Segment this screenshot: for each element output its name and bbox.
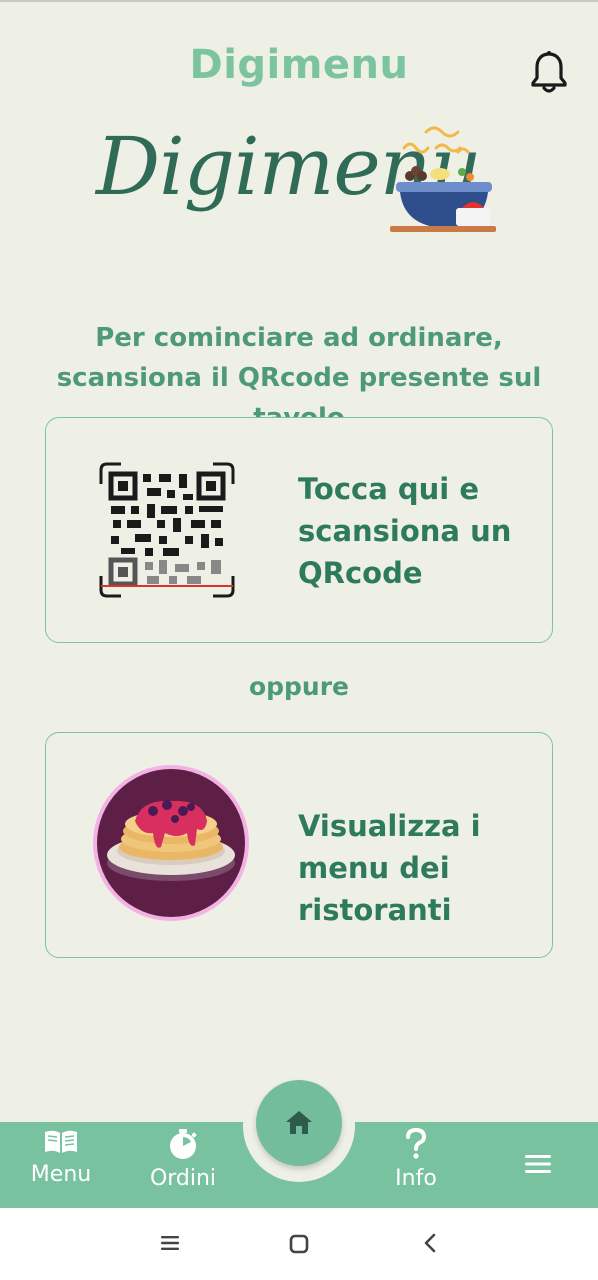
home-icon xyxy=(286,1111,312,1134)
view-menus-label: Visualizza i menu dei ristoranti xyxy=(298,809,481,927)
hamburger-icon[interactable] xyxy=(520,1152,556,1176)
bell-icon[interactable] xyxy=(528,50,570,94)
recents-icon[interactable] xyxy=(160,1234,180,1252)
book-icon xyxy=(45,1130,77,1153)
view-restaurant-menus-card[interactable]: Visualizza i menu dei ristoranti xyxy=(45,732,553,958)
nav-menu-label: Menu xyxy=(30,1162,92,1187)
food-pot-icon xyxy=(390,126,496,232)
pancake-icon xyxy=(93,765,249,921)
back-icon[interactable] xyxy=(422,1232,438,1254)
qr-code-icon xyxy=(99,462,235,598)
separator-text: oppure xyxy=(248,672,350,701)
nav-ordini-label: Ordini xyxy=(149,1166,217,1191)
home-button[interactable] xyxy=(256,1080,342,1166)
scan-qrcode-label: Tocca qui e scansiona un QRcode xyxy=(298,472,512,590)
nav-info-label: Info xyxy=(395,1166,437,1191)
app-title: Digimenu xyxy=(189,42,409,88)
nav-ordini[interactable]: Ordini xyxy=(148,1128,218,1191)
nav-info[interactable]: Info xyxy=(390,1127,442,1191)
stopwatch-icon xyxy=(170,1129,197,1159)
status-divider xyxy=(0,0,598,2)
system-home-icon[interactable] xyxy=(289,1234,309,1254)
nav-menu[interactable]: Menu xyxy=(28,1128,94,1187)
scan-qrcode-card[interactable]: Tocca qui e scansiona un QRcode xyxy=(45,417,553,643)
question-icon xyxy=(406,1127,427,1159)
